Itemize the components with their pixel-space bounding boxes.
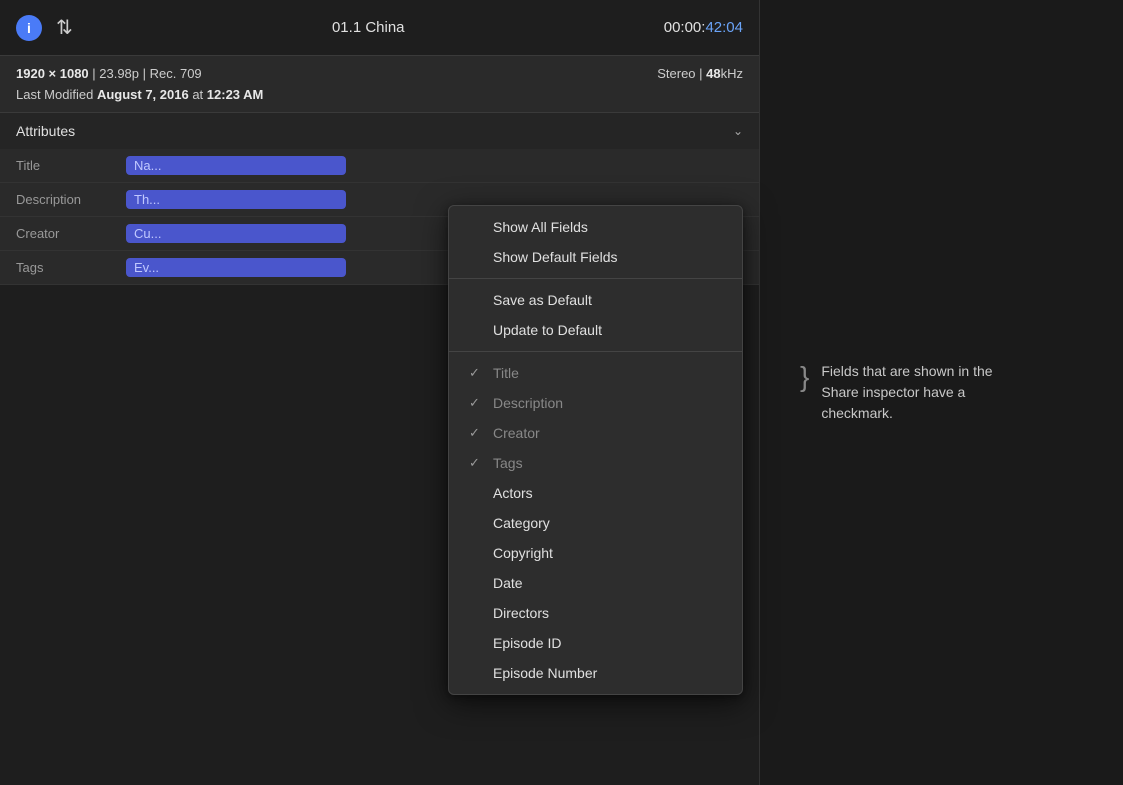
checkmark-description: ✓ <box>469 395 485 411</box>
attributes-chevron[interactable]: ⌄ <box>733 124 743 138</box>
annotation-bracket: } <box>800 363 809 391</box>
dropdown-field-category[interactable]: ✓ Category <box>449 508 742 538</box>
dropdown-update-default[interactable]: ✓ Update to Default <box>449 315 742 345</box>
field-episode-id-label: Episode ID <box>493 635 561 651</box>
dropdown-field-title[interactable]: ✓ Title <box>449 358 742 388</box>
attributes-title: Attributes <box>16 123 75 139</box>
field-copyright-label: Copyright <box>493 545 553 561</box>
field-date-label: Date <box>493 575 523 591</box>
dropdown-field-directors[interactable]: ✓ Directors <box>449 598 742 628</box>
left-panel: i ⇅ 01.1 China 00:00:42:04 1920 × 1080 |… <box>0 0 760 785</box>
attr-label-creator: Creator <box>16 226 126 241</box>
top-bar: i ⇅ 01.1 China 00:00:42:04 <box>0 0 759 55</box>
dropdown-field-episode-number[interactable]: ✓ Episode Number <box>449 658 742 688</box>
dropdown-field-tags[interactable]: ✓ Tags <box>449 448 742 478</box>
attr-label-title: Title <box>16 158 126 173</box>
attr-value-tags[interactable]: Ev... <box>126 258 346 277</box>
dropdown-show-default-fields[interactable]: ✓ Show Default Fields <box>449 242 742 272</box>
top-bar-title: 01.1 China <box>332 19 405 36</box>
dropdown-menu: ✓ Show All Fields ✓ Show Default Fields … <box>448 205 743 695</box>
field-title-label: Title <box>493 365 519 381</box>
time-accent: 42:04 <box>705 19 743 36</box>
media-info-bar: 1920 × 1080 | 23.98p | Rec. 709 Stereo |… <box>0 55 759 113</box>
attr-label-tags: Tags <box>16 260 126 275</box>
field-directors-label: Directors <box>493 605 549 621</box>
top-bar-left: i ⇅ <box>16 15 73 41</box>
attr-value-description[interactable]: Th... <box>126 190 346 209</box>
media-info-top: 1920 × 1080 | 23.98p | Rec. 709 Stereo |… <box>16 66 743 81</box>
media-modified: Last Modified August 7, 2016 at 12:23 AM <box>16 87 743 102</box>
checkmark-title: ✓ <box>469 365 485 381</box>
info-icon[interactable]: i <box>16 15 42 41</box>
show-default-fields-label: Show Default Fields <box>493 249 618 265</box>
media-resolution: 1920 × 1080 | 23.98p | Rec. 709 <box>16 66 202 81</box>
dropdown-section-fields: ✓ Title ✓ Description ✓ Creator ✓ Tags ✓… <box>449 351 742 694</box>
field-category-label: Category <box>493 515 550 531</box>
save-default-label: Save as Default <box>493 292 592 308</box>
field-episode-number-label: Episode Number <box>493 665 597 681</box>
field-actors-label: Actors <box>493 485 533 501</box>
attr-label-description: Description <box>16 192 126 207</box>
dropdown-field-copyright[interactable]: ✓ Copyright <box>449 538 742 568</box>
dropdown-field-creator[interactable]: ✓ Creator <box>449 418 742 448</box>
field-description-label: Description <box>493 395 563 411</box>
dropdown-field-episode-id[interactable]: ✓ Episode ID <box>449 628 742 658</box>
attr-value-title[interactable]: Na... <box>126 156 346 175</box>
attr-value-creator[interactable]: Cu... <box>126 224 346 243</box>
dropdown-section-defaults: ✓ Save as Default ✓ Update to Default <box>449 278 742 351</box>
checkmark-tags: ✓ <box>469 455 485 471</box>
checkmark-creator: ✓ <box>469 425 485 441</box>
annotation-box: } Fields that are shown in the Share ins… <box>800 361 1021 424</box>
dropdown-save-default[interactable]: ✓ Save as Default <box>449 285 742 315</box>
field-creator-label: Creator <box>493 425 540 441</box>
top-bar-time: 00:00:42:04 <box>664 19 743 36</box>
update-default-label: Update to Default <box>493 322 602 338</box>
dropdown-section-view: ✓ Show All Fields ✓ Show Default Fields <box>449 206 742 278</box>
field-tags-label: Tags <box>493 455 523 471</box>
dropdown-field-actors[interactable]: ✓ Actors <box>449 478 742 508</box>
show-all-fields-label: Show All Fields <box>493 219 588 235</box>
media-audio: Stereo | 48kHz <box>657 66 743 81</box>
dropdown-field-description[interactable]: ✓ Description <box>449 388 742 418</box>
right-panel: } Fields that are shown in the Share ins… <box>780 0 1123 785</box>
attr-row-title: Title Na... <box>0 149 759 183</box>
time-normal: 00:00: <box>664 19 706 36</box>
annotation-text: Fields that are shown in the Share inspe… <box>821 361 1021 424</box>
share-icon[interactable]: ⇅ <box>56 15 73 40</box>
dropdown-show-all-fields[interactable]: ✓ Show All Fields <box>449 212 742 242</box>
attributes-header: Attributes ⌄ <box>0 113 759 149</box>
dropdown-field-date[interactable]: ✓ Date <box>449 568 742 598</box>
